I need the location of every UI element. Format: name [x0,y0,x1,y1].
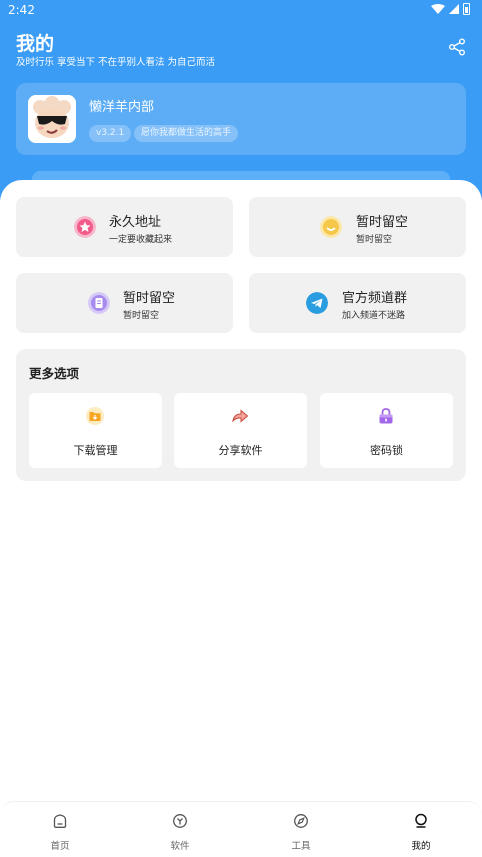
status-bar: 2:42 [0,0,482,22]
tile-subtitle: 加入频道不迷路 [342,311,406,321]
download-folder-icon [86,407,104,425]
page-title: 我的 [16,33,55,55]
tile-subtitle: 暂时留空 [123,311,160,321]
tile-title: 暂时留空 [123,291,176,306]
tile-placeholder-1[interactable]: 暂时留空 暂时留空 [249,197,466,257]
tile-title: 官方频道群 [342,291,408,306]
avatar[interactable] [28,95,76,143]
profile-card[interactable]: 懒洋羊内部 v3.2.1 愿你我都做生活的高手 [16,83,466,155]
status-time: 2:42 [8,3,35,17]
option-label: 密码锁 [370,444,403,457]
profile-name: 懒洋羊内部 [89,100,155,115]
nav-home[interactable]: 首页 [0,802,120,857]
home-icon [53,814,67,828]
nav-label: 软件 [170,841,190,852]
option-label: 分享软件 [218,444,263,457]
nav-profile[interactable]: 我的 [361,802,481,857]
more-options-title: 更多选项 [29,366,80,381]
telegram-icon [306,292,328,314]
tile-title: 暂时留空 [356,215,409,230]
bottom-navigation: 首页 软件 工具 我的 [0,801,482,857]
share-arrow-icon [232,409,249,423]
nav-label: 工具 [291,841,311,852]
tile-subtitle: 一定要收藏起来 [109,235,173,245]
share-icon[interactable] [448,38,466,56]
option-label: 下载管理 [73,444,118,457]
cartoon-sheep-sunglasses-avatar-icon [28,95,76,143]
tile-permanent-address[interactable]: 永久地址 一定要收藏起来 [16,197,233,257]
status-icons [431,3,470,15]
apps-icon [173,814,187,828]
star-icon [74,216,96,238]
nav-label: 首页 [50,841,70,852]
tile-placeholder-2[interactable]: 暂时留空 暂时留空 [16,273,233,333]
page-subtitle: 及时行乐 享受当下 不在乎别人看法 为自己而活 [16,57,216,68]
compass-icon [294,814,308,828]
profile-icon [415,813,427,828]
tile-title: 永久地址 [109,215,162,230]
wifi-icon [431,4,445,14]
nav-tools[interactable]: 工具 [241,802,361,857]
lock-icon [379,408,393,424]
tile-subtitle: 暂时留空 [356,235,393,245]
slogan-badge: 愿你我都做生活的高手 [134,125,239,142]
download-manager-button[interactable]: 下载管理 [29,393,162,468]
version-badge: v3.2.1 [89,125,132,142]
tile-official-channel[interactable]: 官方频道群 加入频道不迷路 [249,273,466,333]
signal-icon [449,4,459,14]
battery-icon [463,3,470,15]
nav-label: 我的 [411,841,431,852]
share-software-button[interactable]: 分享软件 [174,393,307,468]
more-options-card: 更多选项 下载管理 分享软件 密码锁 [16,349,466,481]
nav-apps[interactable]: 软件 [120,802,240,857]
password-lock-button[interactable]: 密码锁 [320,393,453,468]
document-icon [88,292,110,314]
smile-icon [320,216,342,238]
